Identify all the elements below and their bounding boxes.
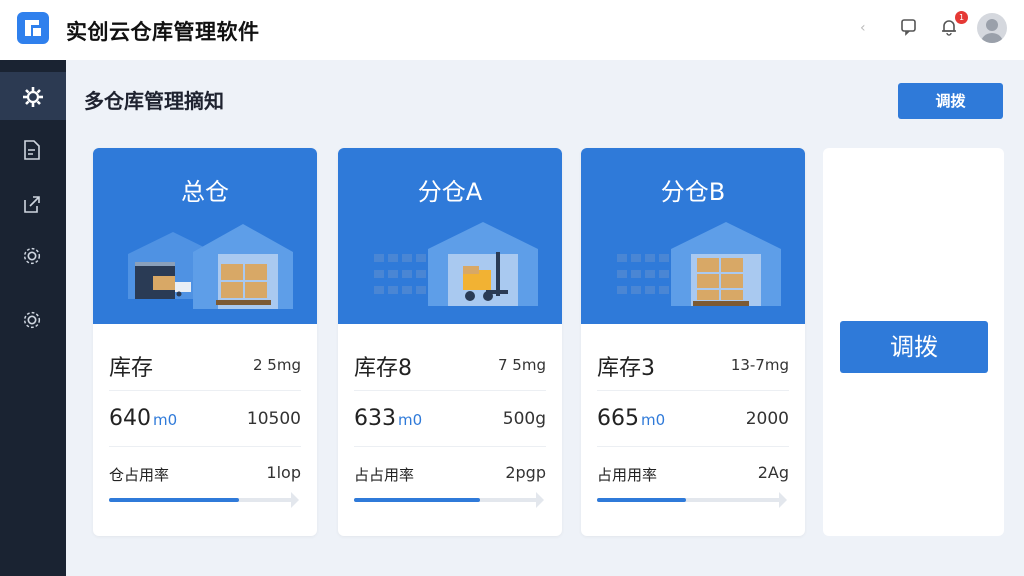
usage-value: 2Ag — [757, 463, 789, 482]
stock-value: 665 — [597, 406, 639, 431]
divider — [109, 446, 301, 447]
divider — [597, 390, 789, 391]
sidebar-item-settings[interactable] — [0, 232, 66, 280]
inventory-value: 13-7mg — [730, 356, 789, 374]
stock-value: 640 — [109, 406, 151, 431]
card-title: 总仓 — [181, 178, 229, 206]
inventory-value: 2 5mg — [253, 356, 301, 374]
stock-unit: m0 — [641, 411, 666, 429]
usage-row: 占用用率 2Ag — [597, 462, 789, 492]
usage-label: 占用用率 — [597, 466, 658, 484]
sidebar-item-settings-2[interactable] — [0, 296, 66, 344]
transfer-button[interactable]: 调拨 — [898, 83, 1003, 119]
stock-capacity: 500g — [502, 409, 546, 429]
divider — [354, 390, 546, 391]
settings-icon — [23, 247, 41, 265]
stock-row: 640 m0 10500 — [109, 406, 301, 436]
usage-progress-bar — [354, 498, 540, 502]
usage-row: 占占用率 2pgp — [354, 462, 546, 492]
sidebar — [0, 60, 66, 576]
sidebar-item-share[interactable] — [0, 180, 66, 228]
usage-row: 仓占用率 1lop — [109, 462, 301, 492]
stock-capacity: 10500 — [246, 409, 301, 429]
card-banner: 总仓 — [93, 148, 317, 324]
inventory-row: 库存3 13-7mg — [597, 350, 789, 381]
sidebar-item-document[interactable] — [0, 126, 66, 174]
usage-progress-bar — [597, 498, 783, 502]
stock-row: 633 m0 500g — [354, 406, 546, 436]
usage-value: 2pgp — [505, 463, 546, 482]
warehouse-illustration-icon — [617, 222, 781, 306]
inventory-row: 库存 2 5mg — [109, 350, 301, 381]
usage-progress-fill — [354, 498, 481, 502]
gear-icon — [23, 87, 43, 107]
divider — [354, 446, 546, 447]
usage-progress-bar — [109, 498, 295, 502]
usage-progress-fill — [597, 498, 687, 502]
top-header: 实创云仓库管理软件 ‹ 1 — [0, 0, 1024, 60]
inventory-row: 库存8 7 5mg — [354, 350, 546, 381]
collapse-icon[interactable]: ‹ — [860, 20, 882, 42]
stock-unit: m0 — [153, 411, 178, 429]
divider — [597, 446, 789, 447]
settings-icon — [23, 311, 41, 329]
inventory-label: 库存8 — [354, 356, 412, 381]
progress-arrow-icon — [779, 492, 787, 508]
warehouse-card-main[interactable]: 总仓 库存 2 5mg 640 m0 10500 仓占用率 1lop — [93, 148, 317, 536]
usage-label: 占占用率 — [354, 466, 415, 484]
card-title: 分仓A — [417, 178, 483, 206]
document-icon — [24, 140, 40, 160]
app-logo — [17, 12, 49, 44]
share-icon — [24, 196, 40, 213]
warehouse-illustration-icon — [128, 224, 293, 309]
avatar[interactable] — [977, 13, 1007, 43]
inventory-label: 库存 — [109, 356, 154, 381]
notification-badge: 1 — [955, 11, 968, 24]
usage-label: 仓占用率 — [109, 466, 170, 484]
stock-capacity: 2000 — [745, 409, 789, 429]
warehouse-card-b[interactable]: 分仓B 库存3 13-7mg 665 m0 2000 占用用率 2Ag — [581, 148, 805, 536]
page-title: 多仓库管理摘知 — [84, 89, 224, 113]
usage-progress-fill — [109, 498, 240, 502]
divider — [109, 390, 301, 391]
stock-unit: m0 — [398, 411, 423, 429]
stock-value: 633 — [354, 406, 396, 431]
sidebar-item-gear[interactable] — [0, 72, 66, 120]
warehouse-card-a[interactable]: 分仓A 库存8 7 5mg 633 m0 500g 占占用率 2pgp — [338, 148, 562, 536]
app-title: 实创云仓库管理软件 — [66, 20, 260, 44]
inventory-label: 库存3 — [597, 356, 655, 381]
inventory-value: 7 5mg — [498, 356, 546, 374]
progress-arrow-icon — [291, 492, 299, 508]
usage-value: 1lop — [266, 463, 301, 482]
message-icon[interactable] — [900, 18, 922, 40]
stock-row: 665 m0 2000 — [597, 406, 789, 436]
forklift-illustration-icon — [374, 222, 538, 306]
transfer-big-button[interactable]: 调拨 — [840, 321, 988, 373]
card-banner: 分仓B — [581, 148, 805, 324]
card-title: 分仓B — [660, 178, 726, 206]
progress-arrow-icon — [536, 492, 544, 508]
card-banner: 分仓A — [338, 148, 562, 324]
